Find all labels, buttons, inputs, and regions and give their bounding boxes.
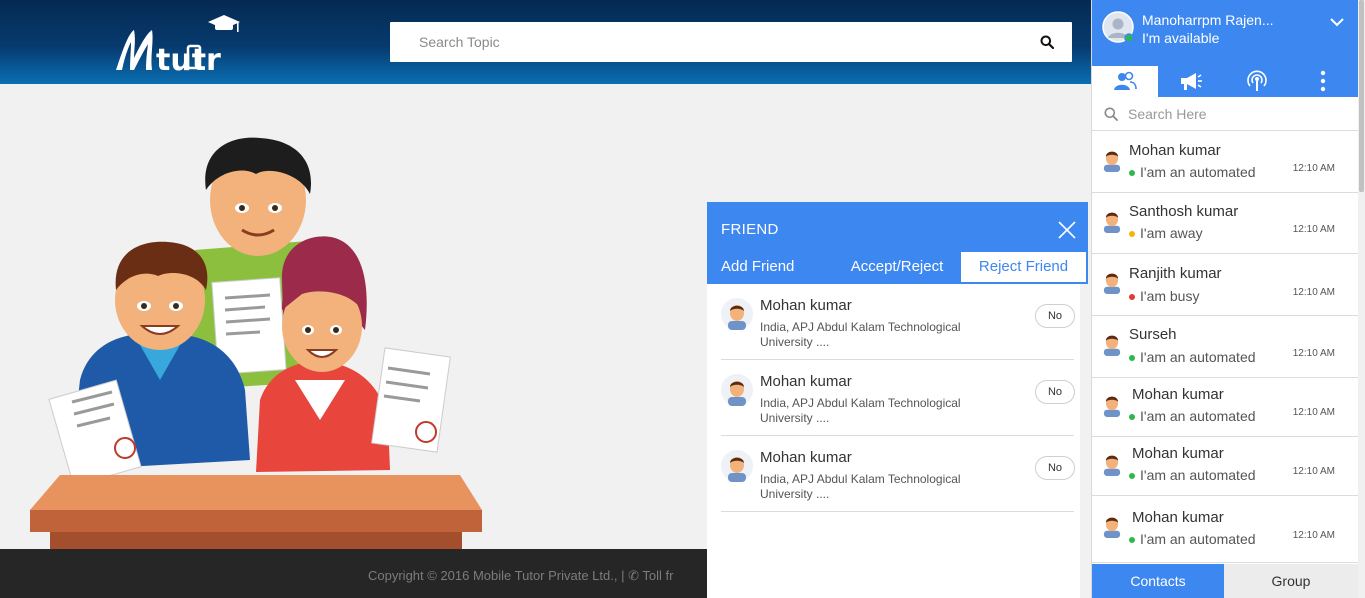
avatar [1103, 517, 1121, 538]
topic-search-input[interactable] [390, 22, 1030, 62]
contact-search-box [1092, 97, 1358, 131]
friend-details: India, APJ Abdul Kalam Technological Uni… [760, 320, 961, 349]
no-button[interactable]: No [1035, 456, 1075, 480]
chat-panel: Manoharrpm Rajen... I'm available Search… [1091, 0, 1358, 598]
contact-row[interactable]: Mohan kumar I'am an automated 12:10 AM [1092, 132, 1358, 193]
friend-name: Mohan kumar [760, 449, 852, 466]
search-icon[interactable] [1040, 35, 1054, 49]
no-button[interactable]: No [1035, 380, 1075, 404]
contacts-tab-button[interactable]: Contacts [1092, 564, 1224, 598]
friend-dialog-header: FRIEND Add Friend Accept/Reject Reject F… [707, 202, 1088, 284]
friend-name: Mohan kumar [760, 373, 852, 390]
no-button[interactable]: No [1035, 304, 1075, 328]
avatar [1103, 212, 1121, 233]
contact-name: Ranjith kumar [1129, 265, 1222, 282]
group-tab-button[interactable]: Group [1224, 564, 1358, 598]
search-icon [1104, 107, 1118, 121]
contact-time: 12:10 AM [1292, 348, 1335, 359]
contact-time: 12:10 AM [1292, 466, 1335, 477]
broadcast-icon [1247, 70, 1267, 91]
copyright-text: Copyright © 2016 Mobile Tutor Private Lt… [368, 568, 674, 583]
avatar [1103, 151, 1121, 172]
friend-request-row: Mohan kumar India, APJ Abdul Kalam Techn… [721, 436, 1075, 512]
tab-more[interactable] [1290, 66, 1356, 97]
friend-details: India, APJ Abdul Kalam Technological Uni… [760, 396, 961, 425]
friend-dialog: FRIEND Add Friend Accept/Reject Reject F… [707, 202, 1088, 598]
close-icon[interactable] [1058, 221, 1076, 239]
avatar [721, 450, 753, 482]
contact-message: I'am an automated [1140, 408, 1256, 424]
contact-name: Mohan kumar [1132, 386, 1224, 403]
avatar [1103, 335, 1121, 356]
contact-row[interactable]: Mohan kumar I'am an automated 12:10 AM [1092, 378, 1358, 437]
topic-search-box [390, 22, 1072, 62]
contact-message: I'am busy [1140, 288, 1200, 304]
contact-time: 12:10 AM [1292, 530, 1335, 541]
tab-announcements[interactable] [1158, 66, 1224, 97]
status-dot-online [1129, 537, 1135, 543]
status-dot-online [1129, 414, 1135, 420]
current-user-status: I'm available [1142, 30, 1220, 46]
user-avatar [1102, 11, 1134, 43]
contact-row[interactable]: Mohan kumar I'am an automated 12:10 AM [1092, 496, 1358, 563]
contact-name: Mohan kumar [1132, 445, 1224, 462]
friend-request-row: Mohan kumar India, APJ Abdul Kalam Techn… [721, 360, 1075, 436]
contact-row[interactable]: Surseh I'am an automated 12:10 AM [1092, 316, 1358, 378]
contact-row[interactable]: Santhosh kumar I'am away 12:10 AM [1092, 193, 1358, 254]
contact-message: I'am an automated [1140, 531, 1256, 547]
avatar [1103, 455, 1121, 476]
avatar [1103, 396, 1121, 417]
status-dot-busy [1129, 294, 1135, 300]
logo-graphic: tutr [116, 15, 240, 78]
contact-time: 12:10 AM [1292, 163, 1335, 174]
status-dot-online [1129, 170, 1135, 176]
friend-dialog-title: FRIEND [721, 221, 779, 238]
tab-reject-friend[interactable]: Reject Friend [961, 252, 1086, 282]
contact-name: Mohan kumar [1129, 142, 1221, 159]
friend-name: Mohan kumar [760, 297, 852, 314]
page-scrollbar[interactable] [1358, 0, 1365, 598]
mtutor-logo[interactable]: tutr [112, 12, 252, 78]
tab-accept-reject[interactable]: Accept/Reject [838, 252, 956, 282]
contact-search-input[interactable] [1128, 101, 1348, 127]
megaphone-icon [1181, 73, 1202, 90]
tab-add-friend[interactable]: Add Friend [721, 252, 821, 282]
current-user-name: Manoharrpm Rajen... [1142, 12, 1274, 28]
tab-contacts[interactable] [1092, 66, 1158, 97]
contact-row[interactable]: Mohan kumar I'am an automated 12:10 AM [1092, 437, 1358, 496]
page-scrollbar-thumb[interactable] [1359, 0, 1364, 192]
contact-message: I'am an automated [1140, 164, 1256, 180]
status-dot-away [1129, 231, 1135, 237]
friend-request-row: Mohan kumar India, APJ Abdul Kalam Techn… [721, 284, 1075, 360]
contact-time: 12:10 AM [1292, 224, 1335, 235]
status-dot-online [1129, 355, 1135, 361]
page-footer: Copyright © 2016 Mobile Tutor Private Lt… [0, 549, 707, 598]
tab-broadcast[interactable] [1224, 66, 1290, 97]
students-illustration [20, 130, 490, 550]
contact-name: Santhosh kumar [1129, 203, 1239, 220]
contact-time: 12:10 AM [1292, 287, 1335, 298]
avatar [1103, 273, 1121, 294]
friend-list-scrollbar[interactable] [1080, 284, 1088, 598]
chat-user-header[interactable]: Manoharrpm Rajen... I'm available [1092, 0, 1358, 66]
friend-details: India, APJ Abdul Kalam Technological Uni… [760, 472, 961, 501]
status-dot-online [1129, 473, 1135, 479]
contact-message: I'am an automated [1140, 467, 1256, 483]
avatar [721, 374, 753, 406]
contact-name: Mohan kumar [1132, 509, 1224, 526]
chat-bottom-tabs: Contacts Group [1092, 564, 1358, 598]
more-vert-icon [1320, 70, 1326, 92]
contact-row[interactable]: Ranjith kumar I'am busy 12:10 AM [1092, 254, 1358, 316]
chevron-down-icon[interactable] [1329, 16, 1345, 28]
contact-message: I'am an automated [1140, 349, 1256, 365]
contacts-icon [1114, 71, 1137, 90]
contact-name: Surseh [1129, 326, 1177, 343]
chat-tab-bar [1092, 66, 1358, 97]
avatar [721, 298, 753, 330]
contact-message: I'am away [1140, 225, 1203, 241]
contact-time: 12:10 AM [1292, 407, 1335, 418]
